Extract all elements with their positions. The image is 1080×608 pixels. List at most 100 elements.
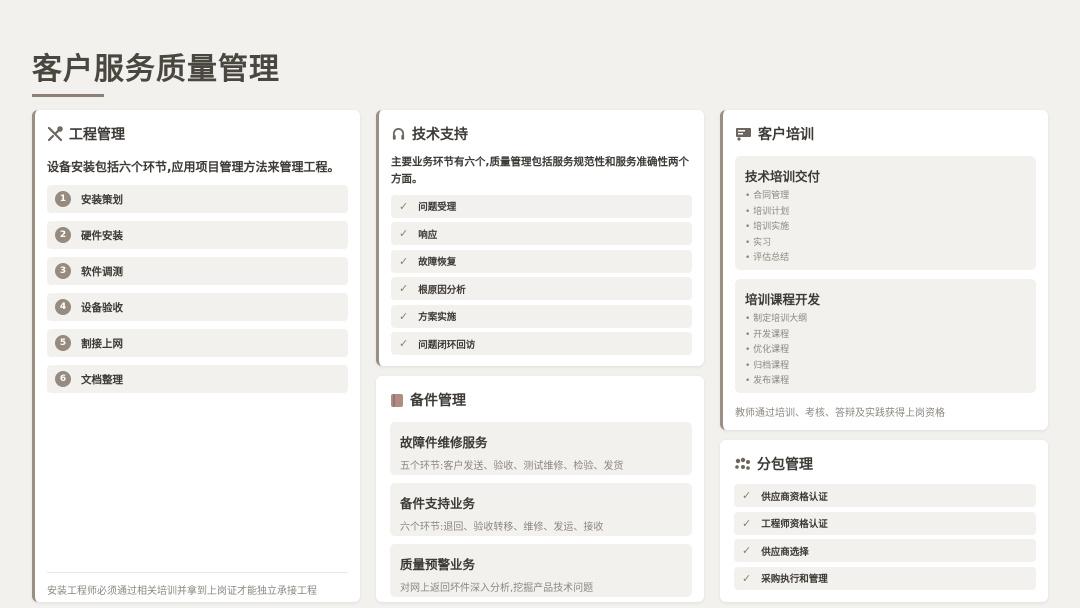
list-item-label: 根原因分析 [418, 284, 466, 296]
engineering-header: 工程管理 [47, 124, 348, 144]
spare-block-title: 故障件维修服务 [400, 435, 488, 450]
training-bullet: • 评估总结 [745, 253, 790, 263]
spare-parts-header: 备件管理 [390, 390, 692, 410]
tech-support-header: 技术支持 [391, 124, 692, 144]
engineering-card: 工程管理 设备安装包括六个环节,应用项目管理方法来管理工程。 1 安装策划 2 硬件… [32, 110, 360, 602]
step-label: 文档整理 [81, 373, 123, 386]
step-label: 安装策划 [81, 193, 123, 206]
training-bullet: • 制定培训大纲 [745, 314, 808, 324]
list-item: ✓ 工程师资格认证 [734, 511, 1036, 535]
training-bullet-text: 培训实施 [753, 222, 790, 232]
list-item-label: 问题受理 [418, 202, 457, 214]
step-item: 3 软件调测 [47, 257, 348, 286]
spare-block-desc: 对网上返回坏件深入分析,挖掘产品技术问题 [400, 583, 594, 594]
step-number-badge: 6 [55, 371, 71, 388]
step-item: 6 文档整理 [47, 365, 348, 394]
spare-block-title: 质量预警业务 [400, 557, 476, 572]
training-bullet-text: 发布课程 [753, 376, 790, 386]
training-bullet-text: 培训计划 [753, 206, 790, 217]
step-item: 4 设备验收 [47, 293, 348, 322]
list-item: ✓ 方案实施 [391, 304, 692, 328]
check-icon: ✓ [399, 254, 409, 268]
list-item-label: 响应 [418, 229, 438, 241]
training-bullet: • 优化课程 [745, 345, 790, 355]
check-icon: ✓ [742, 489, 752, 502]
spare-block: 质量预警业务 对网上返回坏件深入分析,挖掘产品技术问题 [390, 544, 692, 597]
check-icon: ✓ [399, 282, 409, 296]
list-item: ✓ 根原因分析 [391, 277, 692, 301]
step-number-badge: 3 [55, 263, 71, 280]
subcontract-list: ✓ 供应商资格认证 ✓ 工程师资格认证 ✓ 供应商选择 ✓ 采购执行和管理 [734, 484, 1036, 590]
subcontract-card: 分包管理 ✓ 供应商资格认证 ✓ 工程师资格认证 ✓ 供应商选择 ✓ 采购执行和管理 [720, 440, 1048, 602]
training-bullet-text: 制定培训大纲 [753, 314, 808, 324]
training-bullet-text: 合同管理 [753, 191, 790, 201]
headset-icon [391, 127, 406, 142]
list-item: ✓ 供应商选择 [734, 539, 1036, 562]
training-block: 培训课程开发 • 制定培训大纲 • 开发课程 • 优化课程 • 归档课程 • 发… [735, 279, 1036, 393]
presentation-icon [735, 127, 752, 141]
list-item-label: 问题闭环回访 [418, 339, 476, 351]
step-number-badge: 5 [55, 335, 71, 352]
subcontract-header: 分包管理 [734, 454, 1036, 474]
tech-support-card: 技术支持 主要业务环节有六个,质量管理包括服务规范性和服务准确性两个方面。 ✓ 问… [376, 110, 704, 366]
training-bullet-text: 实习 [753, 237, 772, 248]
training-bullet-text: 评估总结 [753, 253, 790, 263]
spare-parts-title: 备件管理 [410, 393, 466, 409]
training-bullet: • 培训实施 [745, 222, 790, 232]
tech-support-title: 技术支持 [412, 127, 468, 143]
training-bullet-text: 优化课程 [753, 345, 790, 355]
step-item: 2 硬件安装 [47, 221, 348, 250]
check-icon: ✓ [399, 309, 409, 323]
step-number-badge: 1 [55, 191, 71, 208]
step-item: 1 安装策划 [47, 185, 348, 214]
box-icon [390, 393, 404, 408]
list-item: ✓ 供应商资格认证 [734, 484, 1036, 507]
engineering-footer-divider [47, 572, 348, 573]
training-header: 客户培训 [735, 124, 1036, 144]
check-icon: ✓ [742, 571, 752, 585]
spare-block: 备件支持业务 六个环节:退回、验收转移、维修、发运、接收 [390, 483, 692, 536]
list-item: ✓ 问题受理 [391, 194, 692, 218]
training-footer: 教师通过培训、考核、答辩及实践获得上岗资格 [735, 408, 945, 419]
step-label: 硬件安装 [81, 229, 123, 242]
title-underline [32, 94, 104, 97]
training-block-title: 培训课程开发 [745, 292, 821, 307]
tools-icon [47, 126, 63, 142]
training-bullet-text: 开发课程 [753, 329, 790, 340]
list-item: ✓ 问题闭环回访 [391, 332, 692, 356]
spare-block: 故障件维修服务 五个环节:客户发送、验收、测试维修、检验、发货 [390, 422, 692, 475]
list-item: ✓ 响应 [391, 222, 692, 246]
check-icon: ✓ [742, 544, 752, 557]
training-bullet-text: 归档课程 [753, 360, 790, 371]
step-number-badge: 2 [55, 227, 71, 244]
training-bullet: • 归档课程 [745, 360, 790, 371]
training-bullet: • 发布课程 [745, 376, 790, 386]
step-item: 5 割接上网 [47, 329, 348, 358]
team-icon [734, 457, 751, 471]
training-bullet: • 合同管理 [745, 191, 790, 201]
step-label: 软件调测 [81, 265, 123, 278]
list-item: ✓ 故障恢复 [391, 249, 692, 273]
subcontract-title: 分包管理 [757, 457, 813, 473]
list-item-label: 故障恢复 [418, 257, 457, 269]
training-title: 客户培训 [758, 127, 814, 143]
spare-block-desc: 六个环节:退回、验收转移、维修、发运、接收 [400, 522, 604, 533]
training-block: 技术培训交付 • 合同管理 • 培训计划 • 培训实施 • 实习 • 评估总结 [735, 156, 1036, 270]
spare-parts-card: 备件管理 故障件维修服务 五个环节:客户发送、验收、测试维修、检验、发货 备件支… [376, 376, 704, 602]
engineering-intro: 设备安装包括六个环节,应用项目管理方法来管理工程。 [47, 160, 340, 174]
step-label: 设备验收 [81, 301, 123, 314]
list-item-label: 供应商选择 [761, 546, 809, 558]
list-item: ✓ 采购执行和管理 [734, 566, 1036, 590]
step-label: 割接上网 [81, 337, 123, 350]
spare-block-desc: 五个环节:客户发送、验收、测试维修、检验、发货 [400, 461, 624, 472]
engineering-title: 工程管理 [69, 127, 125, 143]
list-item-label: 供应商资格认证 [761, 491, 828, 503]
engineering-footer: 安装工程师必须通过相关培训并拿到上岗证才能独立承接工程 [47, 586, 317, 597]
page-title: 客户服务质量管理 [32, 52, 280, 87]
list-item-label: 工程师资格认证 [761, 519, 828, 530]
spare-block-title: 备件支持业务 [400, 496, 476, 511]
engineering-steps: 1 安装策划 2 硬件安装 3 软件调测 4 设备验收 5 割接上网 6 文档整理 [47, 185, 348, 394]
check-icon: ✓ [399, 337, 409, 351]
list-item-label: 方案实施 [418, 312, 457, 324]
step-number-badge: 4 [55, 299, 71, 316]
